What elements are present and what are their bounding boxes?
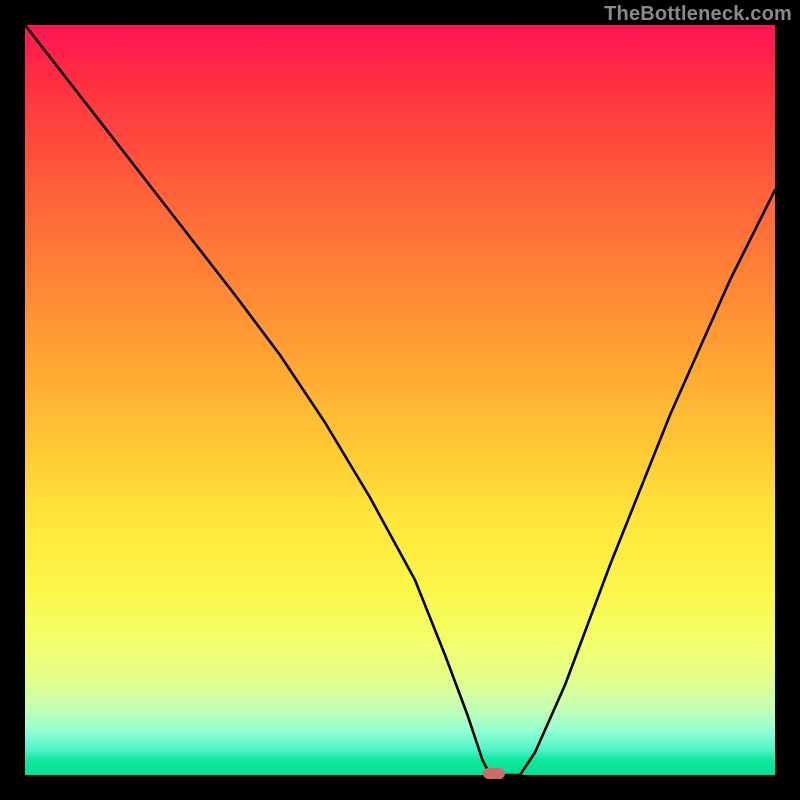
- curve-layer: [25, 25, 775, 775]
- plot-area: [25, 25, 775, 775]
- watermark-text: TheBottleneck.com: [604, 3, 792, 26]
- bottleneck-curve-path: [25, 25, 775, 775]
- optimal-marker: [483, 768, 505, 779]
- bottleneck-chart: TheBottleneck.com: [0, 0, 800, 800]
